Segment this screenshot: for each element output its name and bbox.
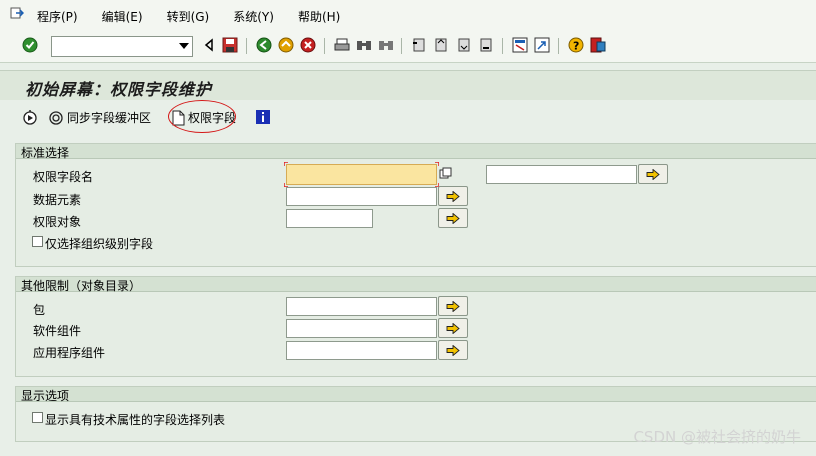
exit-nav-icon[interactable] <box>278 37 294 53</box>
title-bar: 初始屏幕：权限字段维护 <box>0 70 816 100</box>
software-component-input[interactable] <box>286 319 437 338</box>
label-application-component: 应用程序组件 <box>33 346 106 360</box>
data-element-input[interactable] <box>286 187 437 206</box>
arrow-right-icon <box>446 300 460 312</box>
last-page-icon[interactable] <box>478 37 494 53</box>
package-multi-button[interactable] <box>438 296 468 316</box>
label-software-component: 软件组件 <box>33 324 82 338</box>
command-dropdown-icon[interactable] <box>179 43 189 49</box>
label-package: 包 <box>33 303 46 317</box>
label-auth-object: 权限对象 <box>33 215 82 229</box>
auth-field-name-input[interactable] <box>286 164 437 185</box>
menu-system[interactable]: 系统(Y) <box>233 8 274 25</box>
package-input[interactable] <box>286 297 437 316</box>
cancel-icon[interactable] <box>300 37 316 53</box>
org-level-label: 仅选择组织级别字段 <box>45 237 154 251</box>
sync-icon <box>49 110 63 125</box>
new-session-icon[interactable] <box>512 37 528 53</box>
arrow-right-icon <box>446 344 460 356</box>
help-icon[interactable]: ? <box>568 37 584 53</box>
auth-object-input[interactable] <box>286 209 373 228</box>
next-page-icon[interactable] <box>456 37 472 53</box>
data-element-multi-button[interactable] <box>438 186 468 206</box>
find-icon[interactable] <box>356 37 372 53</box>
save-icon[interactable] <box>222 37 238 53</box>
enter-icon[interactable] <box>22 37 38 53</box>
multiple-selection-button[interactable] <box>638 164 668 184</box>
svg-text:?: ? <box>573 40 579 53</box>
software-component-multi-button[interactable] <box>438 318 468 338</box>
application-component-multi-button[interactable] <box>438 340 468 360</box>
sync-buffer-label: 同步字段缓冲区 <box>67 111 152 125</box>
arrow-right-icon <box>446 190 460 202</box>
command-field[interactable] <box>51 36 193 57</box>
range-icon[interactable] <box>439 167 452 180</box>
sync-buffer-button[interactable]: 同步字段缓冲区 <box>48 109 151 126</box>
arrow-right-icon <box>446 322 460 334</box>
focus-corner <box>435 162 439 166</box>
find-next-icon[interactable] <box>378 37 394 53</box>
print-icon[interactable] <box>334 37 350 53</box>
menu-goto[interactable]: 转到(G) <box>167 8 210 25</box>
group-display-options-title: 显示选项 <box>21 389 70 403</box>
auth-object-multi-button[interactable] <box>438 208 468 228</box>
layout-icon[interactable] <box>590 37 606 53</box>
group-other-restrictions-title: 其他限制（对象目录） <box>21 279 142 293</box>
watermark: CSDN @被社会挤的奶牛 <box>633 428 801 446</box>
arrow-right-icon <box>446 212 460 224</box>
tech-attributes-checkbox[interactable] <box>32 412 43 423</box>
arrow-right-icon <box>646 168 660 180</box>
application-component-input[interactable] <box>286 341 437 360</box>
menu-help[interactable]: 帮助(H) <box>298 8 340 25</box>
org-level-checkbox[interactable] <box>32 236 43 247</box>
back-icon[interactable] <box>256 37 272 53</box>
highlight-circle <box>168 100 236 133</box>
exit-icon[interactable] <box>10 6 24 20</box>
focus-corner <box>284 162 288 166</box>
page-title: 初始屏幕：权限字段维护 <box>25 80 213 99</box>
menu-edit[interactable]: 编辑(E) <box>102 8 143 25</box>
info-icon[interactable] <box>255 109 271 125</box>
shortcut-icon[interactable] <box>534 37 550 53</box>
group-standard-selection-title: 标准选择 <box>21 146 70 160</box>
first-page-icon[interactable] <box>411 37 427 53</box>
auth-field-name-to-input[interactable] <box>486 165 637 184</box>
menu-bar: 程序(P) 编辑(E) 转到(G) 系统(Y) 帮助(H) <box>0 0 816 31</box>
tech-attributes-label: 显示具有技术属性的字段选择列表 <box>45 413 226 427</box>
label-auth-field-name: 权限字段名 <box>33 170 94 184</box>
prev-page-icon[interactable] <box>433 37 449 53</box>
execute-icon[interactable] <box>22 109 38 125</box>
menu-program[interactable]: 程序(P) <box>37 8 78 25</box>
save-nav-left-icon[interactable] <box>201 37 217 53</box>
label-data-element: 数据元素 <box>33 193 82 207</box>
